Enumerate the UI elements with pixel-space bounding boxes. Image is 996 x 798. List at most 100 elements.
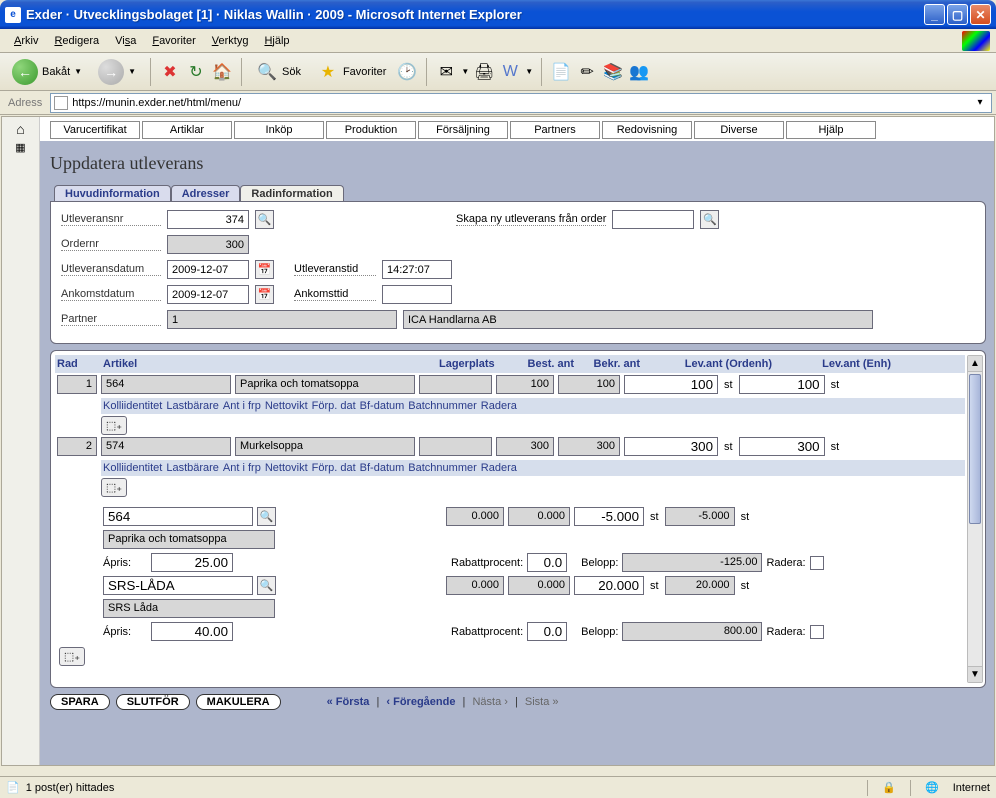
- research-icon[interactable]: 📚: [602, 61, 624, 83]
- app-area: ⌂ ▦ Varucertifikat Artiklar Inköp Produk…: [1, 116, 995, 766]
- extra-art-lookup-icon[interactable]: 🔍: [257, 576, 276, 595]
- skapa-lookup-icon[interactable]: 🔍: [700, 210, 719, 229]
- messenger-icon[interactable]: 👥: [628, 61, 650, 83]
- pager-prev[interactable]: ‹ Föregående: [386, 696, 455, 708]
- sh-bf: Bf-datum: [360, 462, 405, 474]
- edit-dropdown[interactable]: ▼: [525, 67, 533, 76]
- skapa-input[interactable]: [612, 210, 694, 229]
- slutfor-button[interactable]: SLUTFÖR: [116, 694, 190, 710]
- extra-lo-input[interactable]: [574, 576, 644, 595]
- tab-adresser[interactable]: Adresser: [171, 185, 241, 202]
- table-row: 1 564 Paprika och tomatsoppa 100 100 st …: [55, 373, 965, 396]
- pager-last[interactable]: Sista »: [525, 696, 559, 708]
- menu-arkiv[interactable]: AArkivrkiv: [6, 32, 46, 50]
- menu-redigera[interactable]: Redigera: [46, 32, 107, 50]
- extra-lo-input[interactable]: [574, 507, 644, 526]
- address-input[interactable]: https://munin.exder.net/html/menu/ ▾: [50, 93, 992, 113]
- menu-partners[interactable]: Partners: [510, 121, 600, 139]
- refresh-icon[interactable]: ↻: [185, 61, 207, 83]
- menu-produktion[interactable]: Produktion: [326, 121, 416, 139]
- expand-row-icon[interactable]: ⬚₊: [101, 416, 127, 435]
- favorites-button[interactable]: ★Favoriter: [311, 57, 392, 87]
- utleveransnr-input[interactable]: [167, 210, 249, 229]
- menu-verktyg[interactable]: Verktyg: [204, 32, 257, 50]
- extra-row: 🔍 0.000 0.000 st -5.000st: [101, 505, 965, 528]
- stop-icon[interactable]: ✖: [159, 61, 181, 83]
- utleveransnr-lookup-icon[interactable]: 🔍: [255, 210, 274, 229]
- menu-artiklar[interactable]: Artiklar: [142, 121, 232, 139]
- forward-button[interactable]: →▼: [92, 55, 142, 89]
- back-button[interactable]: ←Bakåt ▼: [6, 55, 88, 89]
- utlevdatum-input[interactable]: [167, 260, 249, 279]
- apris-input[interactable]: [151, 553, 233, 572]
- pager-first[interactable]: « Första: [327, 696, 370, 708]
- sh-batch: Batchnummer: [408, 462, 476, 474]
- makulera-button[interactable]: MAKULERA: [196, 694, 281, 710]
- bekr-ant: 300: [558, 437, 620, 456]
- apris-input[interactable]: [151, 622, 233, 641]
- security-zone: Internet: [953, 782, 990, 794]
- search-button[interactable]: 🔍Sök: [250, 57, 307, 87]
- sh-forp: Förp. dat: [312, 462, 356, 474]
- edit-icon[interactable]: W: [499, 61, 521, 83]
- notes-icon[interactable]: 📄: [550, 61, 572, 83]
- extra-art-lookup-icon[interactable]: 🔍: [257, 507, 276, 526]
- history-icon[interactable]: 🕑: [396, 61, 418, 83]
- window-maximize-button[interactable]: ▢: [947, 4, 968, 25]
- scroll-down-icon[interactable]: ▼: [968, 666, 982, 682]
- lev-enh-input[interactable]: [739, 437, 825, 456]
- row-number: 2: [57, 437, 97, 456]
- scroll-up-icon[interactable]: ▲: [968, 356, 982, 372]
- ankdatum-input[interactable]: [167, 285, 249, 304]
- menu-inkop[interactable]: Inköp: [234, 121, 324, 139]
- highlight-icon[interactable]: ✏: [576, 61, 598, 83]
- app-home-icon[interactable]: ⌂: [16, 121, 24, 137]
- menu-hjalp[interactable]: Hjälp: [256, 32, 297, 50]
- utlevdatum-calendar-icon[interactable]: 📅: [255, 260, 274, 279]
- extra-art-input[interactable]: [103, 507, 253, 526]
- app-grid-icon[interactable]: ▦: [15, 143, 25, 154]
- window-close-button[interactable]: ✕: [970, 4, 991, 25]
- hdr-rad[interactable]: Rad: [57, 358, 99, 370]
- menu-hjalp[interactable]: Hjälp: [786, 121, 876, 139]
- lev-enh-input[interactable]: [739, 375, 825, 394]
- tab-radinformation[interactable]: Radinformation: [240, 185, 343, 202]
- vertical-scrollbar[interactable]: ▲ ▼: [967, 355, 983, 683]
- mail-dropdown[interactable]: ▼: [461, 67, 469, 76]
- lev-ordenh-input[interactable]: [624, 375, 718, 394]
- menu-forsaljning[interactable]: Försäljning: [418, 121, 508, 139]
- extra-art-input[interactable]: [103, 576, 253, 595]
- radera-checkbox[interactable]: [810, 556, 824, 570]
- rabatt-input[interactable]: [527, 553, 567, 572]
- hdr-lagerplats[interactable]: Lagerplats: [439, 358, 512, 370]
- sh-lastb: Lastbärare: [166, 462, 219, 474]
- rabatt-input[interactable]: [527, 622, 567, 641]
- expand-row-icon[interactable]: ⬚₊: [101, 478, 127, 497]
- address-label: Adress: [4, 97, 46, 109]
- home-icon[interactable]: 🏠: [211, 61, 233, 83]
- menu-diverse[interactable]: Diverse: [694, 121, 784, 139]
- best-ant: 100: [496, 375, 554, 394]
- utlevtid-input[interactable]: [382, 260, 452, 279]
- anktid-input[interactable]: [382, 285, 452, 304]
- app-icon: e: [5, 7, 21, 23]
- menu-favoriter[interactable]: Favoriter: [144, 32, 203, 50]
- radera-checkbox[interactable]: [810, 625, 824, 639]
- tab-huvudinformation[interactable]: Huvudinformation: [54, 185, 171, 202]
- scrollbar-thumb[interactable]: [969, 374, 981, 524]
- spara-button[interactable]: SPARA: [50, 694, 110, 710]
- pager-next[interactable]: Nästa ›: [472, 696, 507, 708]
- menu-varucertifikat[interactable]: Varucertifikat: [50, 121, 140, 139]
- ankdatum-calendar-icon[interactable]: 📅: [255, 285, 274, 304]
- print-icon[interactable]: 🖨: [473, 61, 495, 83]
- lock-icon: 🔒: [882, 781, 896, 794]
- address-dropdown[interactable]: ▾: [972, 97, 988, 108]
- menu-visa[interactable]: Visa: [107, 32, 144, 50]
- mail-icon[interactable]: ✉: [435, 61, 457, 83]
- lev-ordenh-input[interactable]: [624, 437, 718, 456]
- window-minimize-button[interactable]: _: [924, 4, 945, 25]
- barcode-icon[interactable]: ⬚₊: [59, 647, 85, 666]
- favorites-label: Favoriter: [343, 66, 386, 78]
- menu-redovisning[interactable]: Redovisning: [602, 121, 692, 139]
- lagerplats: [419, 375, 492, 394]
